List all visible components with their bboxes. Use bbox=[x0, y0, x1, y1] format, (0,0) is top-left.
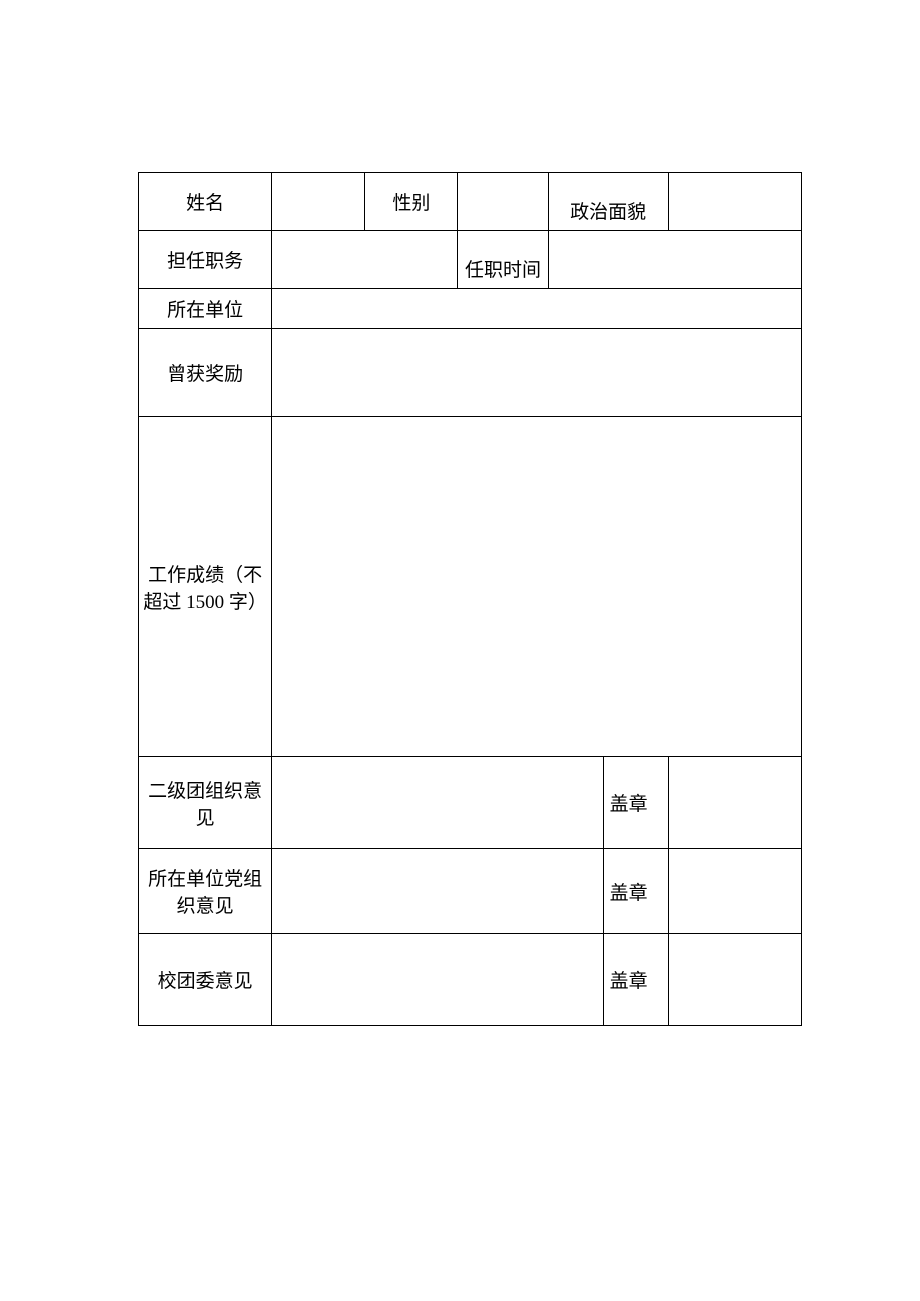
name-label: 姓名 bbox=[139, 173, 272, 231]
name-value[interactable] bbox=[272, 173, 365, 231]
unit-label: 所在单位 bbox=[139, 289, 272, 329]
tenure-label: 任职时间 bbox=[458, 231, 548, 289]
political-status-value[interactable] bbox=[668, 173, 801, 231]
stamp-area-1[interactable] bbox=[668, 757, 801, 849]
school-committee-opinion-value[interactable] bbox=[272, 934, 603, 1026]
stamp-label-2: 盖章 bbox=[603, 849, 668, 934]
school-committee-opinion-label: 校团委意见 bbox=[139, 934, 272, 1026]
form-page: 姓名 性别 政治面貌 担任职务 任职时间 所在单位 曾获奖励 工作成绩（不超过 … bbox=[0, 0, 920, 1026]
work-performance-value[interactable] bbox=[272, 417, 802, 757]
party-org-opinion-label: 所在单位党组织意见 bbox=[139, 849, 272, 934]
awards-value[interactable] bbox=[272, 329, 802, 417]
political-status-label: 政治面貌 bbox=[548, 173, 668, 231]
gender-value[interactable] bbox=[458, 173, 548, 231]
work-performance-label: 工作成绩（不超过 1500 字） bbox=[139, 417, 272, 757]
unit-value[interactable] bbox=[272, 289, 802, 329]
stamp-label-3: 盖章 bbox=[603, 934, 668, 1026]
stamp-area-3[interactable] bbox=[668, 934, 801, 1026]
position-label: 担任职务 bbox=[139, 231, 272, 289]
secondary-org-opinion-value[interactable] bbox=[272, 757, 603, 849]
awards-label: 曾获奖励 bbox=[139, 329, 272, 417]
position-value[interactable] bbox=[272, 231, 458, 289]
application-form-table: 姓名 性别 政治面貌 担任职务 任职时间 所在单位 曾获奖励 工作成绩（不超过 … bbox=[138, 172, 802, 1026]
tenure-value[interactable] bbox=[548, 231, 801, 289]
stamp-label-1: 盖章 bbox=[603, 757, 668, 849]
stamp-area-2[interactable] bbox=[668, 849, 801, 934]
secondary-org-opinion-label: 二级团组织意见 bbox=[139, 757, 272, 849]
party-org-opinion-value[interactable] bbox=[272, 849, 603, 934]
gender-label: 性别 bbox=[365, 173, 458, 231]
